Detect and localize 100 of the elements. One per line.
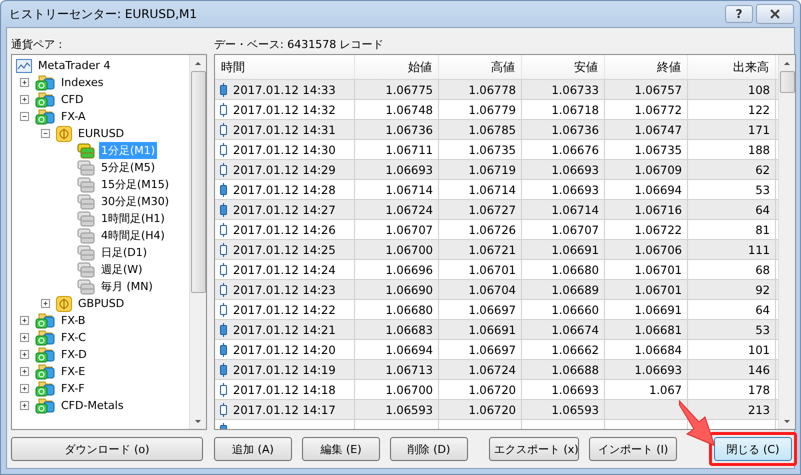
dialog-button[interactable]: インポート (I) bbox=[589, 437, 677, 461]
tree-item[interactable]: 1時間足(H1) bbox=[99, 210, 167, 227]
expand-icon[interactable] bbox=[20, 95, 29, 104]
expand-icon[interactable] bbox=[20, 401, 29, 410]
download-button[interactable]: ダウンロード (o) bbox=[11, 437, 203, 461]
tree-item[interactable]: FX-D bbox=[59, 347, 89, 362]
table-cell: 1.06757 bbox=[634, 82, 682, 96]
chart-icon bbox=[16, 58, 32, 72]
table-cell: 1.06700 bbox=[385, 242, 433, 256]
arrow-annotation bbox=[679, 400, 715, 446]
tree-item[interactable]: 4時間足(H4) bbox=[99, 227, 167, 244]
table-cell: 1.06747 bbox=[634, 122, 682, 136]
tree-item[interactable]: FX-A bbox=[59, 109, 88, 124]
table-cell: 178 bbox=[748, 382, 770, 396]
table-cell: 1.06714 bbox=[385, 182, 433, 196]
table-cell: 108 bbox=[748, 82, 770, 96]
tree-item[interactable]: 30分足(M30) bbox=[99, 193, 172, 210]
expand-icon[interactable] bbox=[20, 333, 29, 342]
tree-item[interactable]: 15分足(M15) bbox=[99, 176, 172, 193]
table-cell: 92 bbox=[755, 282, 770, 296]
table-cell: 1.06736 bbox=[551, 122, 599, 136]
table-cell: 1.06700 bbox=[385, 382, 433, 396]
tree-item[interactable]: Indexes bbox=[59, 75, 106, 90]
column-header[interactable]: 安値 bbox=[522, 55, 605, 79]
folder-icon bbox=[35, 364, 55, 380]
window-title: ヒストリーセンター: EURUSD,M1 bbox=[9, 6, 198, 22]
table-cell: 1.06785 bbox=[468, 122, 516, 136]
table-cell: 1.06689 bbox=[551, 282, 599, 296]
table-cell: 64 bbox=[755, 202, 770, 216]
dialog-button[interactable]: 追加 (A) bbox=[214, 437, 292, 461]
scroll-thumb[interactable] bbox=[190, 71, 206, 293]
close-icon[interactable] bbox=[756, 4, 794, 24]
dialog-button[interactable]: 削除 (D) bbox=[390, 437, 468, 461]
dialog-button[interactable]: エクスポート (x) bbox=[489, 437, 579, 461]
coin-icon bbox=[56, 126, 72, 142]
folder-icon bbox=[35, 92, 55, 108]
tree-item[interactable]: FX-C bbox=[59, 330, 88, 345]
table-cell: 171 bbox=[748, 122, 770, 136]
tree-item[interactable]: FX-B bbox=[59, 313, 88, 328]
table-cell: 1.06684 bbox=[634, 342, 682, 356]
expand-icon[interactable] bbox=[20, 384, 29, 393]
column-header[interactable]: 時間 bbox=[215, 55, 355, 79]
table-cell: 2017.01.12 14:25 bbox=[233, 242, 336, 256]
expand-icon[interactable] bbox=[20, 350, 29, 359]
tree-item[interactable]: 日足(D1) bbox=[99, 244, 150, 261]
table-cell: 2017.01.12 14:26 bbox=[233, 222, 336, 236]
table-cell: 1.06704 bbox=[468, 282, 516, 296]
collapse-icon[interactable] bbox=[20, 112, 29, 121]
table-cell: 1.06719 bbox=[468, 162, 516, 176]
tree-item[interactable]: 毎月 (MN) bbox=[99, 278, 155, 295]
table-cell: 1.06778 bbox=[468, 82, 516, 96]
tree-item[interactable]: GBPUSD bbox=[76, 296, 126, 311]
table-cell: 64 bbox=[755, 302, 770, 316]
expand-icon[interactable] bbox=[41, 299, 50, 308]
help-button[interactable]: ? bbox=[725, 5, 753, 23]
table-cell: 111 bbox=[748, 242, 770, 256]
folder-icon bbox=[35, 330, 55, 346]
expand-icon[interactable] bbox=[20, 78, 29, 87]
table-cell: 1.06779 bbox=[468, 102, 516, 116]
table-cell: 1.06724 bbox=[468, 362, 516, 376]
coin-icon bbox=[56, 296, 72, 312]
table-cell: 1.06721 bbox=[468, 242, 516, 256]
tree-item[interactable]: MetaTrader 4 bbox=[36, 58, 112, 73]
expand-icon[interactable] bbox=[20, 316, 29, 325]
dialog-button[interactable]: 閉じる (C) bbox=[714, 437, 792, 461]
table-cell: 1.06660 bbox=[551, 302, 599, 316]
table-cell: 62 bbox=[755, 162, 770, 176]
table-cell: 1.06681 bbox=[634, 322, 682, 336]
scrollbar[interactable] bbox=[189, 55, 206, 429]
tree-item[interactable]: CFD bbox=[59, 92, 86, 107]
column-header[interactable]: 出来高 bbox=[688, 55, 776, 79]
tree-item[interactable]: 5分足(M5) bbox=[99, 159, 158, 176]
tree-item[interactable]: EURUSD bbox=[76, 126, 126, 141]
column-header[interactable]: 始値 bbox=[355, 55, 439, 79]
table-cell: 1.06716 bbox=[634, 202, 682, 216]
collapse-icon[interactable] bbox=[41, 129, 50, 138]
table-cell: 1.06707 bbox=[551, 222, 599, 236]
table-cell: 1.06693 bbox=[634, 362, 682, 376]
tree-item[interactable]: CFD-Metals bbox=[59, 398, 126, 413]
dialog-button[interactable]: 編集 (E) bbox=[302, 437, 380, 461]
column-header[interactable]: 高値 bbox=[439, 55, 522, 79]
column-header[interactable]: 終値 bbox=[605, 55, 688, 79]
table-cell: 1.06593 bbox=[551, 402, 599, 416]
table-cell: 2017.01.12 14:24 bbox=[233, 262, 336, 276]
table-cell: 2017.01.12 14:22 bbox=[233, 302, 336, 316]
expand-icon[interactable] bbox=[20, 367, 29, 376]
scrollbar[interactable] bbox=[778, 55, 795, 429]
scroll-thumb[interactable] bbox=[780, 71, 794, 93]
table-cell: 1.06722 bbox=[634, 222, 682, 236]
table-cell: 1.06662 bbox=[551, 342, 599, 356]
table-cell: 2017.01.12 14:30 bbox=[233, 142, 336, 156]
table-cell: 68 bbox=[755, 262, 770, 276]
table-cell: 1.06688 bbox=[551, 362, 599, 376]
table-cell: 1.06714 bbox=[551, 202, 599, 216]
tree-item[interactable]: FX-F bbox=[59, 381, 87, 396]
table-cell: 1.06694 bbox=[385, 342, 433, 356]
tree-item[interactable]: 週足(W) bbox=[99, 261, 144, 278]
tree-item[interactable]: FX-E bbox=[59, 364, 88, 379]
table-cell: 1.06714 bbox=[468, 182, 516, 196]
table-cell: 101 bbox=[748, 342, 770, 356]
